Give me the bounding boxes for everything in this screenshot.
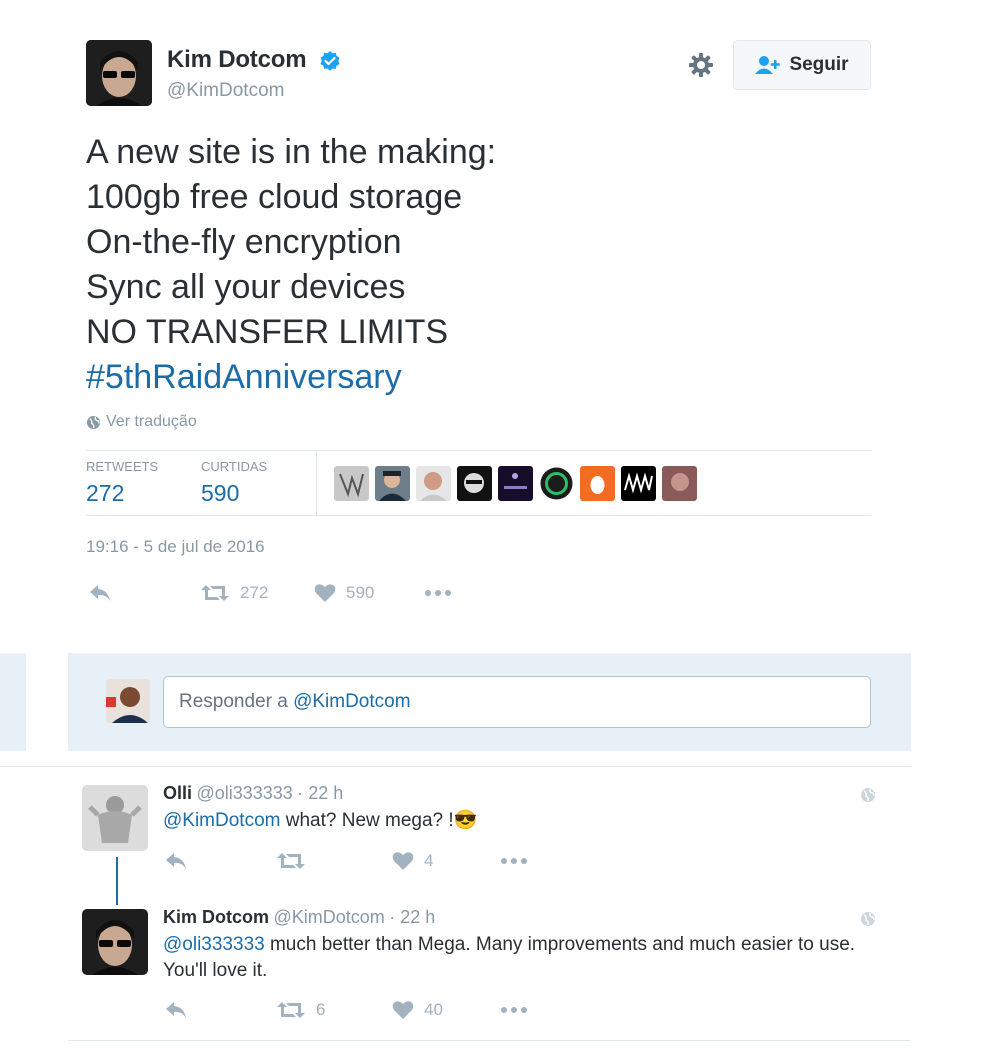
retweet-action[interactable]	[276, 851, 316, 871]
left-panel-edge	[0, 653, 26, 751]
current-user-avatar[interactable]	[106, 679, 150, 723]
gear-icon[interactable]	[688, 52, 714, 78]
more-action[interactable]	[499, 1000, 529, 1020]
retweet-count: 6	[316, 1000, 326, 1019]
reply-author-handle[interactable]: @KimDotcom	[273, 907, 384, 927]
reply-avatar[interactable]	[82, 909, 148, 975]
liker-avatar[interactable]	[662, 466, 697, 501]
more-action[interactable]	[423, 583, 453, 603]
reply-mention[interactable]: @oli333333	[163, 934, 265, 955]
hashtag-link[interactable]: #5thRaidAnniversary	[86, 355, 496, 400]
reply-text: @KimDotcom what? New mega? !😎	[163, 808, 477, 834]
liker-avatar[interactable]	[498, 466, 533, 501]
author-handle[interactable]: @KimDotcom	[167, 80, 284, 102]
reply-header: Kim Dotcom @KimDotcom · 22 h	[163, 907, 435, 928]
replies-divider	[0, 766, 911, 767]
retweet-icon	[277, 853, 305, 869]
stats-divider-top	[86, 450, 871, 451]
translate-link[interactable]: Ver tradução	[86, 413, 197, 431]
liker-avatar[interactable]	[334, 466, 369, 501]
heart-icon	[314, 584, 336, 602]
tweet-text: A new site is in the making: 100gb free …	[86, 130, 496, 400]
likes-stat[interactable]: CURTIDAS 590	[201, 459, 267, 507]
like-action[interactable]: 590	[314, 583, 374, 603]
reply-author-handle[interactable]: @oli333333	[196, 783, 292, 803]
like-count: 4	[424, 851, 434, 870]
follow-user-icon	[755, 56, 781, 74]
likers-avatars	[334, 466, 697, 501]
reply-mention[interactable]: @KimDotcom	[163, 810, 280, 831]
more-icon	[425, 590, 451, 596]
liker-avatar[interactable]	[580, 466, 615, 501]
like-action[interactable]: 4	[392, 851, 433, 871]
reply-input[interactable]: Responder a @KimDotcom	[163, 676, 871, 728]
tweet-line: On-the-fly encryption	[86, 223, 402, 261]
reply-header: Olli @oli333333 · 22 h	[163, 783, 343, 804]
reply-action[interactable]	[164, 1000, 188, 1020]
likes-label: CURTIDAS	[201, 459, 268, 474]
reply-icon	[166, 853, 186, 869]
reply-author-name[interactable]: Kim Dotcom	[163, 907, 269, 927]
liker-avatar[interactable]	[375, 466, 410, 501]
globe-icon	[86, 415, 101, 429]
like-action[interactable]: 40	[392, 1000, 443, 1020]
globe-icon	[860, 787, 876, 803]
like-count: 590	[346, 583, 375, 602]
reply-avatar[interactable]	[82, 785, 148, 851]
tweet-timestamp[interactable]: 19:16 - 5 de jul de 2016	[86, 537, 265, 557]
reply-action[interactable]	[164, 851, 188, 871]
translate-label: Ver tradução	[106, 413, 197, 430]
reply-text: @oli333333 much better than Mega. Many i…	[163, 932, 863, 984]
tweet-line: NO TRANSFER LIMITS	[86, 313, 449, 351]
follow-button[interactable]: Seguir	[733, 40, 871, 90]
retweet-action[interactable]: 272	[200, 583, 268, 603]
tweet-line: A new site is in the making:	[86, 133, 497, 171]
tweet-line: Sync all your devices	[86, 268, 406, 306]
heart-icon	[392, 1001, 414, 1019]
reply-body: what? New mega? !	[280, 810, 454, 831]
heart-icon	[392, 852, 414, 870]
sunglasses-emoji: 😎	[453, 810, 478, 831]
liker-avatar[interactable]	[621, 466, 656, 501]
stats-divider-bottom	[86, 515, 871, 516]
reply-icon	[90, 585, 110, 601]
retweets-count: 272	[86, 480, 125, 506]
verified-badge-icon	[319, 50, 341, 72]
globe-icon	[860, 911, 876, 927]
author-name[interactable]: Kim Dotcom	[167, 46, 307, 74]
more-icon	[501, 858, 527, 864]
reply-icon	[166, 1002, 186, 1018]
tweet-line: 100gb free cloud storage	[86, 178, 463, 216]
stats-divider-vertical	[316, 450, 317, 516]
reply-time[interactable]: · 22 h	[297, 783, 343, 803]
like-count: 40	[424, 1000, 443, 1019]
thread-connector	[116, 857, 118, 905]
reply-author-name[interactable]: Olli	[163, 783, 192, 803]
retweet-action[interactable]: 6	[276, 1000, 325, 1020]
reply-body: much better than Mega. Many improvements…	[163, 934, 856, 981]
retweet-icon	[201, 585, 229, 601]
reply-time[interactable]: · 22 h	[389, 907, 435, 927]
reply-placeholder-prefix: Responder a	[179, 691, 288, 712]
more-action[interactable]	[499, 851, 529, 871]
liker-avatar[interactable]	[416, 466, 451, 501]
retweets-label: RETWEETS	[86, 459, 159, 474]
likes-count: 590	[201, 480, 240, 506]
more-icon	[501, 1007, 527, 1013]
retweet-count: 272	[240, 583, 269, 602]
reply-action[interactable]	[88, 583, 112, 603]
bottom-divider	[68, 1040, 911, 1041]
retweets-stat[interactable]: RETWEETS 272	[86, 459, 158, 507]
retweet-icon	[277, 1002, 305, 1018]
author-avatar[interactable]	[86, 40, 152, 106]
follow-label: Seguir	[789, 54, 849, 75]
liker-avatar[interactable]	[539, 466, 574, 501]
liker-avatar[interactable]	[457, 466, 492, 501]
reply-placeholder-mention: @KimDotcom	[293, 691, 411, 712]
